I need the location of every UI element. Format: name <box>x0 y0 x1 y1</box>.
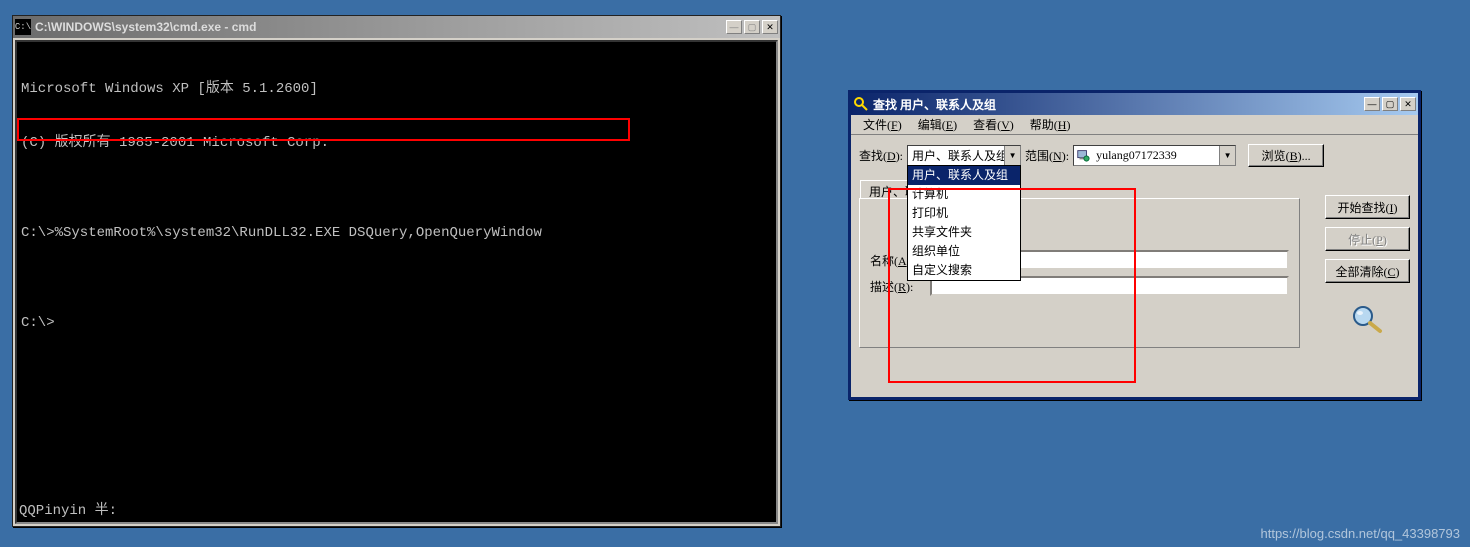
maximize-button[interactable]: ▢ <box>1382 97 1398 111</box>
find-type-label: 查找(D): <box>859 147 903 164</box>
browse-button[interactable]: 浏览(B)... <box>1248 144 1324 167</box>
menu-bar: 文件(F) 编辑(E) 查看(V) 帮助(H) <box>851 115 1418 135</box>
dropdown-option[interactable]: 共享文件夹 <box>908 223 1020 242</box>
watermark-url: https://blog.csdn.net/qq_43398793 <box>1261 526 1461 541</box>
find-dialog-title: 查找 用户、联系人及组 <box>873 96 1364 113</box>
search-icon <box>853 96 869 112</box>
scope-dropdown[interactable]: yulang07172339 ▼ <box>1073 145 1236 166</box>
find-type-dropdown[interactable]: 用户、联系人及组 ▼ <box>907 145 1021 166</box>
find-titlebar[interactable]: 查找 用户、联系人及组 — ▢ ✕ <box>851 93 1418 115</box>
close-button[interactable]: ✕ <box>1400 97 1416 111</box>
search-icon <box>1350 303 1386 335</box>
cmd-output-line: Microsoft Windows XP [版本 5.1.2600] <box>21 80 772 98</box>
cmd-titlebar[interactable]: C:\ C:\WINDOWS\system32\cmd.exe - cmd — … <box>13 16 780 38</box>
find-type-dropdown-list[interactable]: 用户、联系人及组 计算机 打印机 共享文件夹 组织单位 自定义搜索 <box>907 165 1021 281</box>
clear-all-button[interactable]: 全部清除(C) <box>1325 259 1410 283</box>
close-button[interactable]: ✕ <box>762 20 778 34</box>
menu-help[interactable]: 帮助(H) <box>1022 114 1079 135</box>
chevron-down-icon[interactable]: ▼ <box>1004 146 1020 165</box>
menu-edit[interactable]: 编辑(E) <box>910 114 965 135</box>
stop-button[interactable]: 停止(P) <box>1325 227 1410 251</box>
chevron-down-icon[interactable]: ▼ <box>1219 146 1235 165</box>
menu-view[interactable]: 查看(V) <box>965 114 1022 135</box>
find-dialog-window: 查找 用户、联系人及组 — ▢ ✕ 文件(F) 编辑(E) 查看(V) 帮助(H… <box>848 90 1421 400</box>
dropdown-option[interactable]: 组织单位 <box>908 242 1020 261</box>
cmd-output-line: C:\>%SystemRoot%\system32\RunDLL32.EXE D… <box>21 224 772 242</box>
find-dialog-body: 查找(D): 用户、联系人及组 ▼ 范围(N): yulang07172339 … <box>851 135 1418 397</box>
dropdown-option[interactable]: 用户、联系人及组 <box>908 166 1020 185</box>
dropdown-option[interactable]: 打印机 <box>908 204 1020 223</box>
start-find-button[interactable]: 开始查找(I) <box>1325 195 1410 219</box>
dropdown-option[interactable]: 计算机 <box>908 185 1020 204</box>
computer-network-icon <box>1076 148 1090 162</box>
cmd-output-line: (C) 版权所有 1985-2001 Microsoft Corp. <box>21 134 772 152</box>
minimize-button[interactable]: — <box>1364 97 1380 111</box>
action-button-column: 开始查找(I) 停止(P) 全部清除(C) <box>1325 195 1410 335</box>
maximize-button[interactable]: ▢ <box>744 20 760 34</box>
cmd-system-menu-icon[interactable]: C:\ <box>15 19 31 35</box>
ime-status: QQPinyin 半: <box>19 502 117 520</box>
menu-file[interactable]: 文件(F) <box>855 114 910 135</box>
scope-label: 范围(N): <box>1025 147 1069 164</box>
cmd-title: C:\WINDOWS\system32\cmd.exe - cmd <box>35 20 726 34</box>
cmd-terminal[interactable]: Microsoft Windows XP [版本 5.1.2600] (C) 版… <box>15 40 778 524</box>
minimize-button[interactable]: — <box>726 20 742 34</box>
dropdown-option[interactable]: 自定义搜索 <box>908 261 1020 280</box>
cmd-window: C:\ C:\WINDOWS\system32\cmd.exe - cmd — … <box>12 15 781 527</box>
cmd-prompt-line: C:\> <box>21 314 772 332</box>
